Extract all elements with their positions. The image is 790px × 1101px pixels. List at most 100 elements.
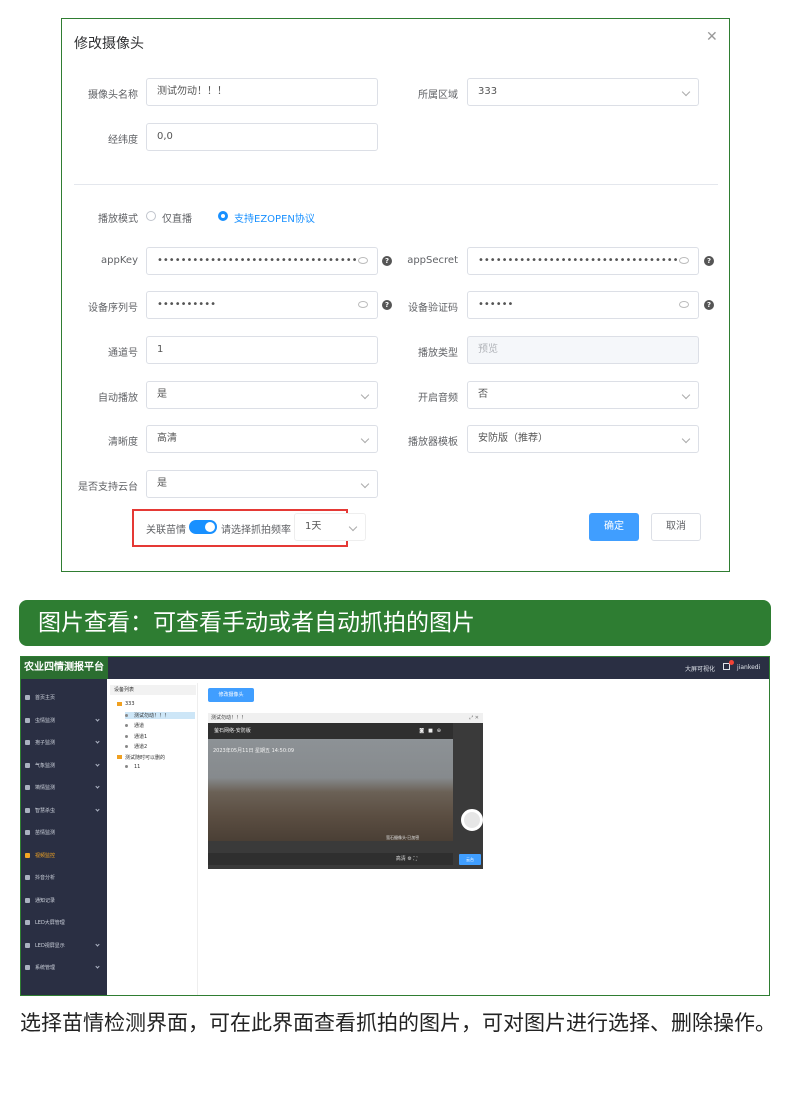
chevron-down-icon (95, 716, 100, 722)
tree-node-label: 通道2 (134, 744, 148, 750)
tree-node-label: 通道 (134, 723, 145, 729)
menu-icon (25, 965, 30, 970)
verify-code-input[interactable]: •••••• (467, 291, 699, 319)
autoplay-select[interactable]: 是 (146, 381, 378, 409)
close-icon[interactable]: ✕ (706, 29, 718, 45)
screen-link[interactable]: 大屏可视化 (685, 664, 715, 673)
tree-node[interactable]: 通道1 (125, 733, 147, 740)
chevron-down-icon (95, 941, 100, 947)
sidebar-item-label: 抖音分析 (35, 875, 56, 881)
channel-input[interactable]: 1 (146, 336, 378, 364)
sidebar-item[interactable]: 系统管理 (21, 961, 107, 975)
sidebar-item[interactable]: 孢子监测 (21, 736, 107, 750)
tree-node-label: 通道1 (134, 733, 148, 740)
video-bottom-bar: 高清 ⚙ ⛶ (208, 853, 453, 865)
camera-icon (125, 724, 128, 727)
coords-input[interactable]: 0,0 (146, 123, 378, 151)
area-label: 所属区域 (418, 90, 458, 101)
ptz-button[interactable]: 云台 (459, 854, 481, 865)
serial-input[interactable]: •••••••••• (146, 291, 378, 319)
clarity-select[interactable]: 高清 (146, 425, 378, 453)
cancel-button[interactable]: 取消 (651, 513, 701, 541)
help-icon[interactable]: ? (704, 300, 714, 310)
sidebar-item[interactable]: 视频监控 (21, 849, 107, 863)
template-label: 播放器模板 (408, 437, 458, 448)
sidebar-item[interactable]: 首页主页 (21, 691, 107, 705)
sidebar-item[interactable]: 虫情监测 (21, 714, 107, 728)
play-type-input: 预览 (467, 336, 699, 364)
radio-ezopen[interactable] (218, 211, 228, 221)
tree-node-label: 测试随时可以删的 (125, 754, 166, 761)
autoplay-value: 是 (157, 389, 167, 400)
video-tab-title: 测试勿动！！！ (211, 715, 247, 721)
camera-icon (125, 734, 128, 738)
eye-icon[interactable] (679, 257, 689, 264)
dialog-title: 修改摄像头 (74, 36, 144, 52)
chevron-down-icon (95, 761, 100, 767)
app-secret-label: appSecret (407, 255, 458, 266)
capture-freq-select[interactable]: 1天 (294, 513, 366, 541)
sidebar-item[interactable]: 抖音分析 (21, 871, 107, 885)
radio-live-only-label[interactable]: 仅直播 (162, 210, 192, 225)
sidebar-item[interactable]: 苗情监测 (21, 826, 107, 840)
sidebar-item[interactable]: LED视屏显示 (21, 939, 107, 953)
area-select[interactable]: 333 (467, 78, 699, 106)
record-icon[interactable]: ■ (428, 728, 437, 734)
chevron-down-icon (95, 964, 100, 969)
sidebar-item[interactable]: 智慧杀虫 (21, 804, 107, 818)
tree-node[interactable]: 通道2 (125, 743, 147, 750)
confirm-button[interactable]: 确定 (589, 513, 639, 541)
device-tree-title: 设备列表 (110, 685, 196, 695)
video-toolbar: 萤石网络-安防版 ◙■⊕ (208, 723, 453, 739)
fullscreen-icon[interactable]: ⛶ (413, 856, 417, 862)
video-tab[interactable]: 测试勿动！！！ ⤢ ✕ (208, 713, 483, 723)
radio-live-only[interactable] (146, 211, 156, 221)
tree-node[interactable]: 测试随时可以删的 (117, 754, 165, 761)
ptz-select[interactable]: 是 (146, 470, 378, 498)
chevron-down-icon (360, 390, 370, 400)
eye-icon[interactable] (679, 301, 689, 308)
menu-icon (25, 740, 30, 745)
radio-ezopen-label[interactable]: 支持EZOPEN协议 (234, 210, 315, 225)
clarity-label: 清晰度 (108, 437, 138, 448)
user-name[interactable]: jiankedi (737, 664, 760, 671)
device-tree-panel (108, 683, 198, 995)
tree-node[interactable]: 通道 (125, 722, 144, 729)
quality-label[interactable]: 高清 (396, 856, 406, 862)
ptz-value: 是 (157, 478, 167, 489)
top-bar (21, 657, 769, 679)
caption-text: 选择苗情检测界面，可在此界面查看抓拍的图片，可对图片进行选择、删除操作。 (20, 1011, 776, 1035)
sidebar-item[interactable]: 墒情监测 (21, 781, 107, 795)
camera-name-label: 摄像头名称 (88, 90, 138, 101)
menu-icon (25, 897, 30, 903)
sidebar-item-label: 智慧杀虫 (35, 807, 56, 814)
sidebar-item[interactable]: 通知记录 (21, 894, 107, 908)
link-seedling-toggle[interactable] (189, 520, 217, 534)
audio-select[interactable]: 否 (467, 381, 699, 409)
app-secret-input[interactable]: •••••••••••••••••••••••••••••••••• (467, 247, 699, 275)
camera-icon (125, 745, 128, 748)
camera-name-input[interactable]: 测试勿动！！！ (146, 78, 378, 106)
ptz-control[interactable] (461, 809, 483, 831)
sidebar-item-label: LED视屏显示 (35, 942, 65, 949)
sidebar-item[interactable]: 气象监测 (21, 759, 107, 773)
camera-icon[interactable]: ◙ (419, 728, 428, 734)
notification-badge (729, 660, 734, 665)
app-key-input[interactable]: •••••••••••••••••••••••••••••••••• (146, 247, 378, 275)
play-type-label: 播放类型 (418, 348, 458, 359)
eye-icon[interactable] (358, 257, 368, 264)
close-icon[interactable]: ⤢ ✕ (469, 713, 479, 723)
sidebar-item-label: 气象监测 (35, 762, 56, 769)
tree-node[interactable]: 测试勿动！！！ (125, 711, 195, 719)
clarity-value: 高清 (157, 433, 177, 444)
sidebar-item[interactable]: LED大屏管理 (21, 916, 107, 930)
tree-node[interactable]: 11 (125, 764, 140, 770)
help-icon[interactable]: ? (704, 256, 714, 266)
tree-node[interactable]: 333 (117, 701, 135, 707)
template-select[interactable]: 安防版（推荐） (467, 425, 699, 453)
sidebar-item-label: 苗情监测 (35, 830, 56, 836)
sidebar-item-label: 首页主页 (35, 695, 56, 701)
eye-icon[interactable] (358, 301, 368, 308)
zoom-icon[interactable]: ⊕ (437, 728, 445, 734)
edit-camera-button[interactable]: 修改摄像头 (208, 688, 254, 702)
